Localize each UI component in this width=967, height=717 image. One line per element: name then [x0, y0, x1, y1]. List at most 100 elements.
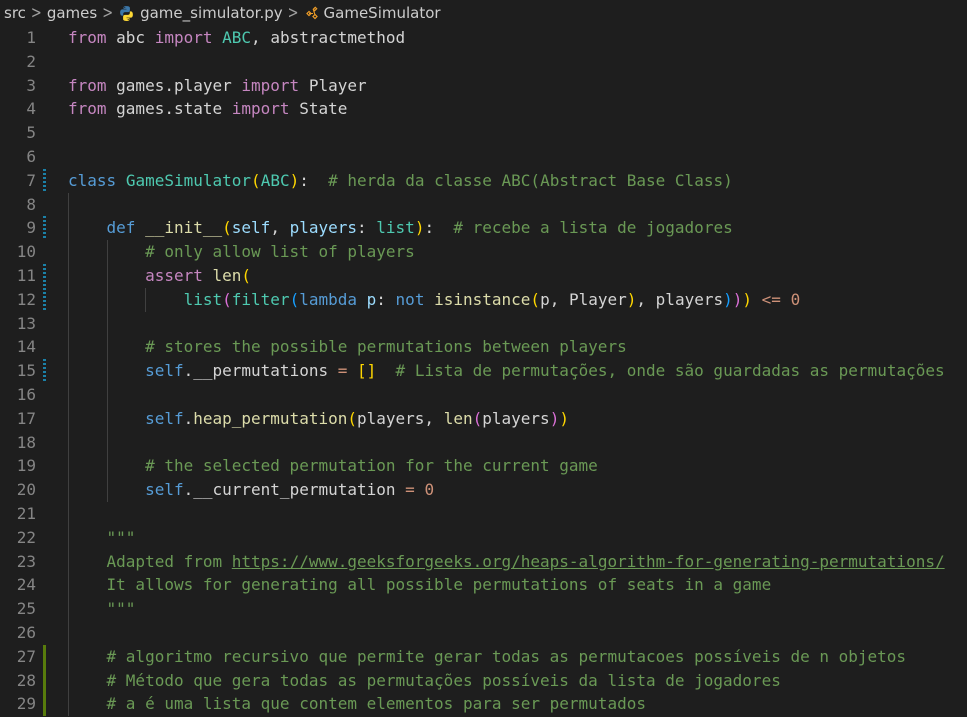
- code-line[interactable]: 13: [0, 311, 967, 336]
- line-number: 16: [16, 384, 36, 404]
- code-line[interactable]: 19 # the selected permutation for the cu…: [0, 454, 967, 479]
- code-line[interactable]: 28 # Método que gera todas as permutaçõe…: [0, 668, 967, 693]
- gutter-modified-marker[interactable]: [43, 359, 46, 383]
- code-line[interactable]: 15 self.__permutations = [] # Lista de p…: [0, 359, 967, 383]
- code-line[interactable]: 8: [0, 192, 967, 217]
- gutter-modified-marker[interactable]: [43, 263, 46, 288]
- code-token: heap_permutation: [193, 408, 348, 428]
- code-token: It allows for generating all possible pe…: [106, 575, 772, 595]
- code-text: from abc import ABC, abstractmethod: [68, 26, 405, 50]
- breadcrumb-item-games[interactable]: games: [47, 4, 97, 22]
- breadcrumb-file-label: game_simulator.py: [140, 4, 283, 22]
- code-token: # only allow list of players: [145, 242, 415, 262]
- code-text: # algoritmo recursivo que permite gerar …: [68, 645, 907, 669]
- code-line[interactable]: 7 class GameSimulator(ABC): # herda da cl…: [0, 168, 967, 193]
- code-token: list: [183, 289, 223, 309]
- code-line[interactable]: 20 self.__current_permutation = 0: [0, 478, 967, 502]
- code-text: from games.player import Player: [68, 74, 367, 98]
- line-number: 15: [16, 361, 36, 381]
- breadcrumb-item-src[interactable]: src: [4, 4, 26, 22]
- code-line[interactable]: 22 """: [0, 525, 967, 550]
- code-line[interactable]: 2: [0, 50, 967, 74]
- code-token: len: [212, 265, 242, 285]
- code-line[interactable]: 4 from games.state import State: [0, 97, 967, 121]
- line-number: 26: [16, 622, 36, 642]
- code-text: # stores the possible permutations betwe…: [68, 335, 627, 359]
- code-token: (: [289, 289, 300, 309]
- code-token: games.state: [106, 99, 232, 119]
- code-token: games.player: [106, 75, 242, 95]
- code-line[interactable]: 26: [0, 620, 967, 645]
- code-token: players: [289, 218, 358, 238]
- gutter-modified-marker[interactable]: [43, 168, 46, 193]
- code-line[interactable]: 14 # stores the possible permutations be…: [0, 335, 967, 360]
- gutter-added-marker[interactable]: [43, 644, 46, 669]
- code-line[interactable]: 16: [0, 382, 967, 407]
- indent-guide: [106, 430, 108, 455]
- indent-guide: [68, 430, 69, 455]
- code-token: import: [241, 75, 300, 95]
- code-line[interactable]: 12 list(filter(lambda p: not isinstance(…: [0, 287, 967, 312]
- code-token: 0: [424, 480, 435, 500]
- gutter-added-marker[interactable]: [43, 668, 46, 693]
- code-line[interactable]: 10 # only allow list of players: [0, 240, 967, 264]
- code-token: """: [106, 527, 136, 547]
- code-line[interactable]: 23 Adapted from https://www.geeksforgeek…: [0, 549, 967, 574]
- code-text: # a é uma lista que contem elementos par…: [68, 692, 646, 716]
- code-line[interactable]: 9 def __init__(self, players: list): # r…: [0, 216, 967, 241]
- indent-guide: [106, 311, 108, 336]
- code-text: # Método que gera todas as permutações p…: [68, 669, 781, 693]
- chevron-right-icon: >: [102, 3, 114, 23]
- code-line[interactable]: 21: [0, 501, 967, 526]
- code-line[interactable]: 18: [0, 430, 967, 455]
- gutter-modified-marker[interactable]: [43, 216, 46, 241]
- line-number: 6: [26, 146, 36, 166]
- code-token: ): [549, 408, 560, 428]
- code-text: list(filter(lambda p: not isinstance(p, …: [68, 288, 801, 312]
- code-text: Adapted from https://www.geeksforgeeks.o…: [68, 550, 945, 574]
- code-token: .: [183, 408, 194, 428]
- code-area[interactable]: 1 from abc import ABC, abstractmethod 2 3 fr…: [0, 26, 967, 717]
- code-token: ): [559, 408, 569, 428]
- code-line[interactable]: 11 assert len(: [0, 263, 967, 288]
- gutter-added-marker[interactable]: [43, 692, 46, 717]
- code-token: ): [723, 289, 733, 309]
- code-token: =: [337, 361, 348, 381]
- line-number: 17: [16, 408, 36, 428]
- code-token: Player: [299, 75, 367, 95]
- code-line[interactable]: 24 It allows for generating all possible…: [0, 573, 967, 598]
- code-line[interactable]: 6: [0, 145, 967, 169]
- code-token: players,: [357, 408, 444, 428]
- code-line[interactable]: 5: [0, 121, 967, 145]
- code-line[interactable]: 17 self.heap_permutation(players, len(pl…: [0, 406, 967, 431]
- code-token: p: [366, 289, 377, 309]
- breadcrumb-item-symbol[interactable]: GameSimulator: [304, 4, 441, 22]
- code-token: ABC: [260, 170, 290, 190]
- code-text: It allows for generating all possible pe…: [68, 573, 772, 597]
- code-token: filter: [231, 289, 290, 309]
- code-token: from: [68, 99, 107, 119]
- code-line[interactable]: 29 # a é uma lista que contem elementos …: [0, 692, 967, 717]
- indent-guide: [106, 382, 108, 407]
- code-line[interactable]: 1 from abc import ABC, abstractmethod: [0, 26, 967, 50]
- breadcrumb-item-file[interactable]: game_simulator.py: [118, 4, 283, 22]
- code-token: self: [231, 218, 271, 238]
- code-line[interactable]: 3 from games.player import Player: [0, 74, 967, 98]
- code-token[interactable]: https://www.geeksforgeeks.org/heaps-algo…: [232, 552, 945, 571]
- code-text: """: [68, 597, 136, 621]
- code-line[interactable]: 25 """: [0, 597, 967, 621]
- gutter-modified-marker[interactable]: [43, 287, 46, 312]
- code-token: <=: [761, 289, 781, 309]
- code-text: from games.state import State: [68, 97, 347, 121]
- code-token: __permutations: [193, 361, 338, 381]
- code-token: p, Player: [540, 289, 627, 309]
- code-line[interactable]: 27 # algoritmo recursivo que permite ger…: [0, 644, 967, 669]
- code-editor[interactable]: src > games > game_simulator.py > GameSi…: [0, 0, 967, 717]
- breadcrumb: src > games > game_simulator.py > GameSi…: [0, 0, 967, 26]
